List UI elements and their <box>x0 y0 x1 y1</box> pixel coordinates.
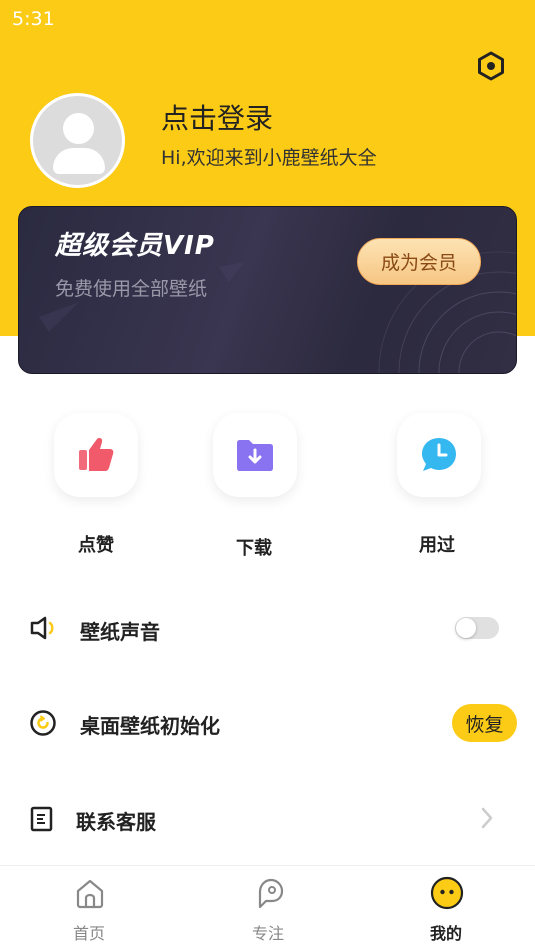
document-icon <box>30 806 53 832</box>
avatar-body-shape <box>53 148 105 174</box>
smiley-face-icon <box>430 876 464 910</box>
used-label: 用过 <box>419 535 455 556</box>
like-icon-tile <box>54 413 138 497</box>
used-icon-tile <box>397 413 481 497</box>
reset-icon <box>30 710 56 736</box>
nav-item-mine[interactable]: 我的 <box>396 870 496 950</box>
login-subtitle: Hi,欢迎来到小鹿壁纸大全 <box>161 147 377 169</box>
reset-label: 桌面壁纸初始化 <box>80 714 220 738</box>
toggle-knob <box>456 618 476 638</box>
nav-label-focus: 专注 <box>251 924 284 943</box>
vip-subtitle: 免费使用全部壁纸 <box>55 278 208 300</box>
become-member-button[interactable]: 成为会员 <box>357 238 481 285</box>
nav-item-focus[interactable]: 专注 <box>218 870 318 950</box>
login-title[interactable]: 点击登录 <box>161 97 273 137</box>
clock-bubble-icon <box>422 438 456 471</box>
nav-label-home: 首页 <box>72 924 105 943</box>
support-label: 联系客服 <box>76 810 156 834</box>
speaker-icon <box>30 616 54 640</box>
avatar[interactable] <box>30 93 125 188</box>
vip-title: 超级会员VIP <box>55 231 215 261</box>
download-icon-tile <box>213 413 297 497</box>
ghost-icon <box>258 878 284 909</box>
bottom-nav-divider <box>0 865 535 866</box>
vip-card[interactable]: 超级会员VIP 免费使用全部壁纸 成为会员 <box>18 206 517 374</box>
download-folder-icon <box>237 440 273 471</box>
profile-screen: 5:31 点击登录 Hi,欢迎来到小鹿壁纸大全 超级会员VIP 免费使用全部壁纸… <box>0 0 535 951</box>
settings-button[interactable] <box>474 49 508 83</box>
restore-button[interactable]: 恢复 <box>452 704 517 742</box>
nav-label-mine: 我的 <box>429 924 462 943</box>
like-label: 点赞 <box>78 535 114 556</box>
chevron-right-icon <box>481 807 493 829</box>
nav-item-home[interactable]: 首页 <box>39 870 139 950</box>
hexagon-settings-icon <box>478 51 504 81</box>
sound-toggle[interactable] <box>455 617 499 639</box>
sound-label: 壁纸声音 <box>80 620 160 644</box>
thumbs-up-icon <box>79 438 114 471</box>
download-label: 下载 <box>236 538 272 559</box>
home-icon <box>76 879 104 909</box>
avatar-head-shape <box>63 113 94 144</box>
status-time: 5:31 <box>12 8 55 30</box>
